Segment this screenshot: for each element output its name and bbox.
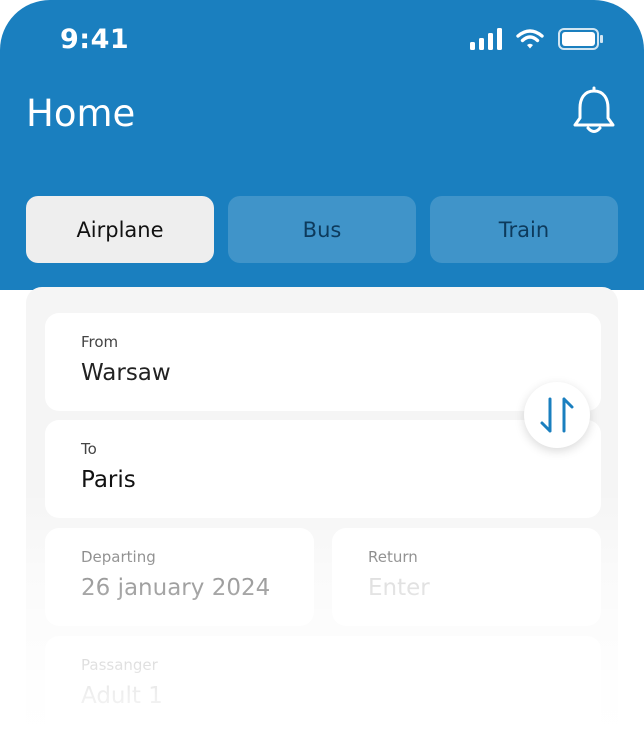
status-time: 9:41	[60, 24, 130, 55]
from-field[interactable]: From Warsaw	[45, 313, 601, 411]
passenger-label: Passanger	[81, 656, 158, 674]
to-field[interactable]: To Paris	[45, 420, 601, 518]
passenger-value: Adult 1	[81, 683, 163, 709]
passenger-field[interactable]: Passanger Adult 1	[45, 636, 601, 734]
page-title: Home	[26, 92, 136, 135]
swap-vertical-icon	[540, 397, 574, 433]
status-icons	[470, 28, 604, 50]
tab-airplane[interactable]: Airplane	[26, 196, 214, 263]
swap-button[interactable]	[524, 382, 590, 448]
header: 9:41 Home Airplane Bus Train	[0, 0, 644, 290]
departing-value: 26 january 2024	[81, 575, 271, 601]
phone-screen: 9:41 Home Airplane Bus Train From Warsaw…	[0, 0, 644, 742]
tab-train[interactable]: Train	[430, 196, 618, 263]
transport-tabs: Airplane Bus Train	[26, 196, 618, 263]
to-label: To	[81, 440, 97, 458]
notification-button[interactable]	[570, 86, 618, 136]
return-placeholder: Enter	[368, 575, 430, 601]
to-value: Paris	[81, 467, 136, 493]
return-field[interactable]: Return Enter	[332, 528, 601, 626]
from-value: Warsaw	[81, 360, 171, 386]
from-label: From	[81, 333, 119, 351]
departing-label: Departing	[81, 548, 156, 566]
bell-icon	[573, 86, 615, 133]
wifi-icon	[516, 29, 544, 49]
tab-bus[interactable]: Bus	[228, 196, 416, 263]
departing-field[interactable]: Departing 26 january 2024	[45, 528, 314, 626]
battery-icon	[558, 28, 603, 50]
signal-icon	[470, 28, 502, 50]
return-label: Return	[368, 548, 418, 566]
